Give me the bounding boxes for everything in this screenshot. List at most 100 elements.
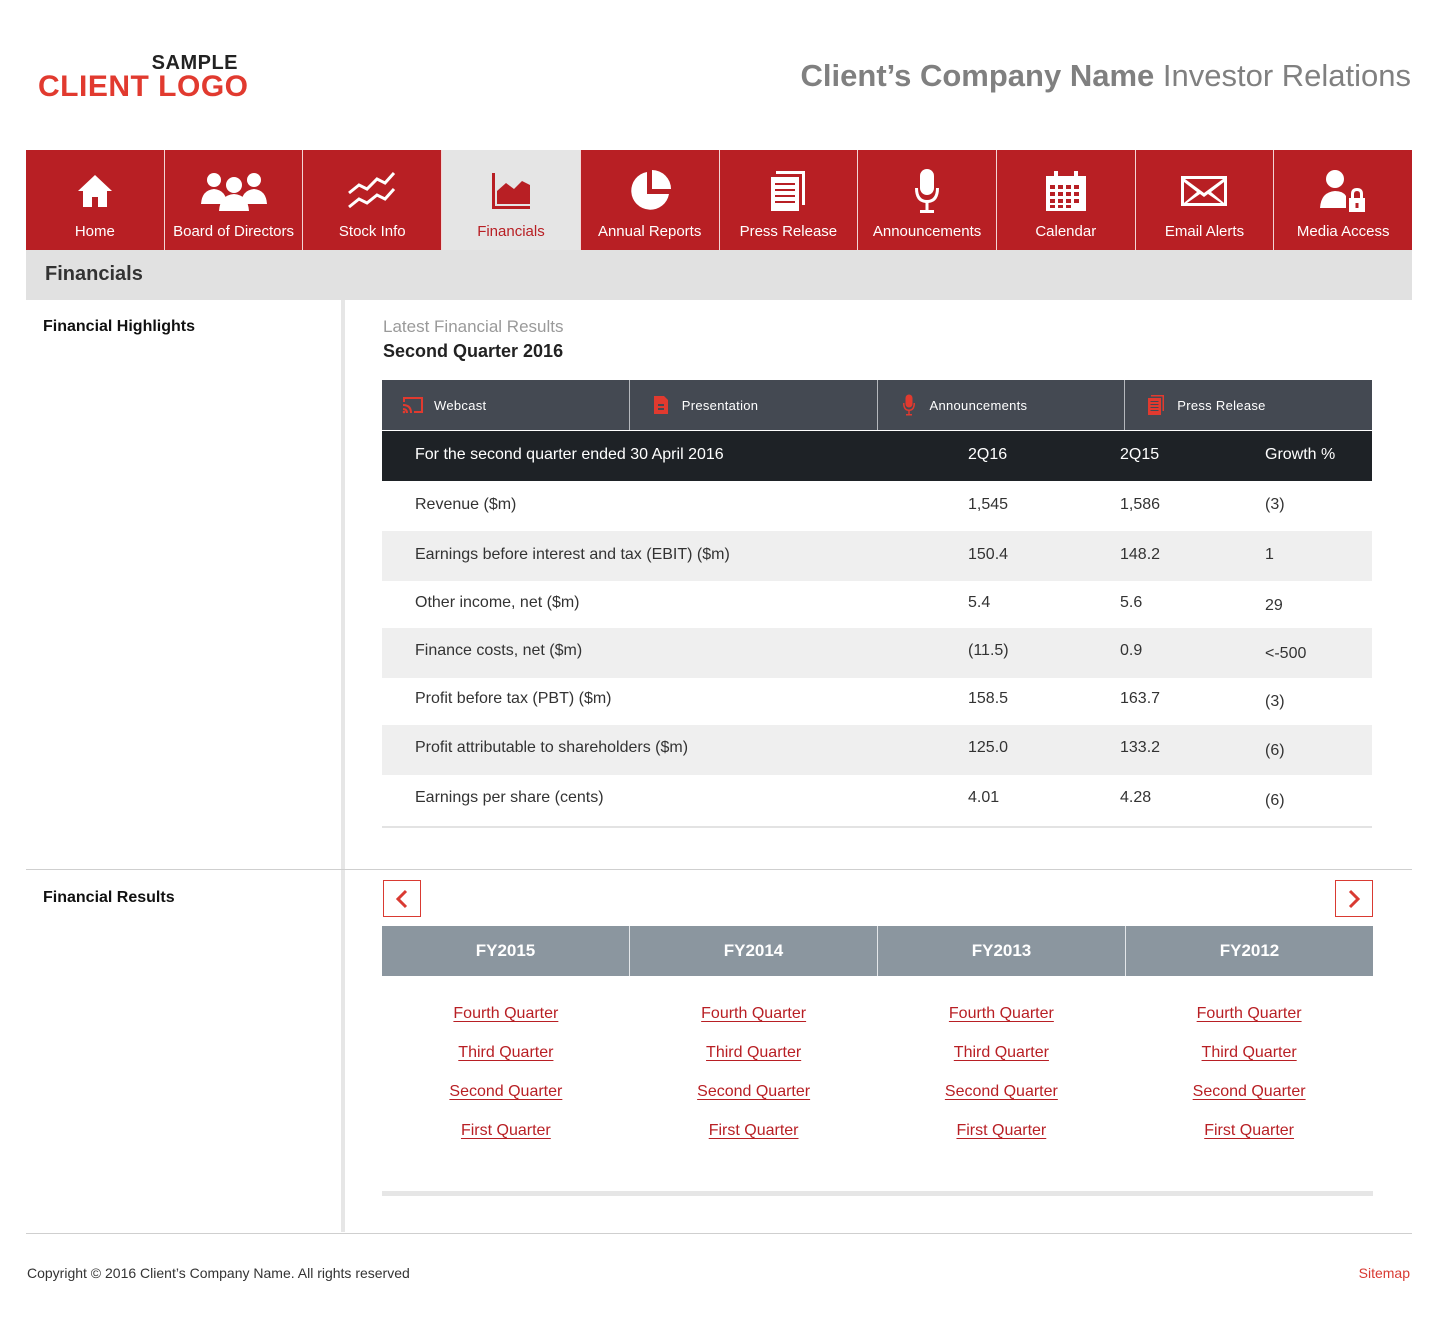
quarter-link[interactable]: Third Quarter <box>1125 1044 1373 1083</box>
quarter-link[interactable]: Fourth Quarter <box>1125 1005 1373 1044</box>
cell-2q16: 4.01 <box>968 789 1000 806</box>
quarter-column-fy2013: Fourth Quarter Third Quarter Second Quar… <box>878 1005 1126 1161</box>
cell-2q16: 5.4 <box>968 594 991 611</box>
logo-line-client-logo: CLIENT LOGO <box>38 70 249 103</box>
webcast-icon <box>402 397 423 414</box>
nav-item-home[interactable]: Home <box>26 150 165 250</box>
table-bottom-border <box>382 826 1372 828</box>
table-row: Finance costs, net ($m) (11.5) 0.9 <-500 <box>382 628 1372 678</box>
nav-item-calendar[interactable]: Calendar <box>996 150 1136 250</box>
fiscal-year-header: FY2015 FY2014 FY2013 FY2012 <box>382 926 1373 976</box>
site-title-suffix: Investor Relations <box>1154 58 1411 93</box>
quarter-link[interactable]: First Quarter <box>382 1122 630 1161</box>
next-years-button[interactable] <box>1335 880 1373 917</box>
row-label: Other income, net ($m) <box>415 594 580 611</box>
cell-2q16: 125.0 <box>968 739 1009 756</box>
nav-item-board-of-directors[interactable]: Board of Directors <box>164 150 304 250</box>
quarter-column-fy2015: Fourth Quarter Third Quarter Second Quar… <box>382 1005 630 1161</box>
sitemap-link[interactable]: Sitemap <box>1359 1265 1410 1281</box>
nav-label: Announcements <box>872 223 982 240</box>
nav-item-press-release[interactable]: Press Release <box>719 150 859 250</box>
nav-item-announcements[interactable]: Announcements <box>858 150 997 250</box>
quarter-link[interactable]: Second Quarter <box>878 1083 1126 1122</box>
row-label: Finance costs, net ($m) <box>415 642 583 659</box>
cell-growth: 29 <box>1265 597 1283 614</box>
table-row: Revenue ($m) 1,545 1,586 (3) <box>382 481 1372 531</box>
cell-growth: <-500 <box>1265 645 1307 662</box>
home-icon <box>77 175 112 207</box>
cell-2q15: 148.2 <box>1120 546 1161 563</box>
cell-2q15: 4.28 <box>1120 789 1152 806</box>
quarter-link[interactable]: First Quarter <box>630 1122 878 1161</box>
quarter-link[interactable]: First Quarter <box>878 1122 1126 1161</box>
cell-2q15: 133.2 <box>1120 739 1161 756</box>
press-release-link[interactable]: Press Release <box>1125 380 1372 430</box>
row-label: Profit before tax (PBT) ($m) <box>415 690 612 707</box>
nav-item-email-alerts[interactable]: Email Alerts <box>1135 150 1275 250</box>
cell-2q16: 158.5 <box>968 690 1009 707</box>
document-icon <box>771 171 806 211</box>
cell-2q15: 5.6 <box>1120 594 1143 611</box>
year-tab-fy2012[interactable]: FY2012 <box>1126 926 1373 976</box>
quarter-link[interactable]: Fourth Quarter <box>878 1005 1126 1044</box>
presentation-file-icon <box>653 396 668 414</box>
table-header-row: For the second quarter ended 30 April 20… <box>382 431 1372 481</box>
main-nav: Home Board of Directors Stock Info Finan… <box>26 150 1413 250</box>
nav-label: Calendar <box>1035 223 1097 240</box>
column-header-2q16: 2Q16 <box>968 446 1008 463</box>
year-tab-fy2014[interactable]: FY2014 <box>630 926 878 976</box>
quarter-link[interactable]: Third Quarter <box>878 1044 1126 1083</box>
cell-growth: (6) <box>1265 792 1285 809</box>
quarter-link[interactable]: Fourth Quarter <box>630 1005 878 1044</box>
row-label: Earnings per share (cents) <box>415 789 604 806</box>
quarter-link[interactable]: First Quarter <box>1125 1122 1373 1161</box>
quarter-link[interactable]: Third Quarter <box>630 1044 878 1083</box>
nav-label: Annual Reports <box>597 223 702 240</box>
results-toolbar: Webcast Presentation Announcements Press… <box>382 380 1372 430</box>
year-tab-fy2013[interactable]: FY2013 <box>878 926 1126 976</box>
page-title: Financials <box>45 263 143 285</box>
cell-2q16: (11.5) <box>968 642 1009 659</box>
column-header-growth: Growth % <box>1265 446 1336 463</box>
nav-label: Home <box>74 223 115 240</box>
latest-results-title: Latest Financial Results <box>383 317 564 336</box>
client-logo[interactable]: SAMPLE CLIENT LOGO <box>38 52 248 103</box>
quarter-link[interactable]: Third Quarter <box>382 1044 630 1083</box>
tool-label: Press Release <box>1177 397 1266 413</box>
webcast-link[interactable]: Webcast <box>382 380 630 430</box>
cell-growth: (3) <box>1265 496 1285 513</box>
year-tab-fy2015[interactable]: FY2015 <box>382 926 630 976</box>
nav-label: Media Access <box>1296 223 1390 240</box>
row-label: Earnings before interest and tax (EBIT) … <box>415 546 730 563</box>
microphone-icon <box>902 394 915 416</box>
quarter-link[interactable]: Second Quarter <box>630 1083 878 1122</box>
tool-label: Presentation <box>681 397 759 413</box>
footer-divider <box>26 1233 1412 1234</box>
quarter-link[interactable]: Second Quarter <box>382 1083 630 1122</box>
tool-label: Webcast <box>434 397 487 413</box>
row-label: Revenue ($m) <box>415 496 517 513</box>
table-row: Other income, net ($m) 5.4 5.6 29 <box>382 581 1372 628</box>
announcements-link[interactable]: Announcements <box>878 380 1126 430</box>
quarter-links-grid: Fourth Quarter Third Quarter Second Quar… <box>382 1005 1373 1161</box>
section-label-financial-highlights: Financial Highlights <box>43 318 196 335</box>
cell-2q16: 150.4 <box>968 546 1009 563</box>
nav-item-financials[interactable]: Financials <box>442 150 581 250</box>
nav-item-annual-reports[interactable]: Annual Reports <box>580 150 720 250</box>
presentation-link[interactable]: Presentation <box>630 380 878 430</box>
stock-chart-icon <box>348 171 396 209</box>
nav-label: Press Release <box>739 223 838 240</box>
previous-years-button[interactable] <box>383 880 421 917</box>
table-row: Earnings before interest and tax (EBIT) … <box>382 531 1372 581</box>
cell-2q15: 163.7 <box>1120 690 1161 707</box>
quarter-column-fy2014: Fourth Quarter Third Quarter Second Quar… <box>630 1005 878 1161</box>
quarter-link[interactable]: Second Quarter <box>1125 1083 1373 1122</box>
nav-label: Email Alerts <box>1164 223 1245 240</box>
cell-2q16: 1,545 <box>968 496 1009 513</box>
site-title: Client’s Company Name Investor Relations <box>801 58 1411 94</box>
nav-item-media-access[interactable]: Media Access <box>1274 150 1413 250</box>
column-header-period: For the second quarter ended 30 April 20… <box>415 446 724 463</box>
nav-item-stock-info[interactable]: Stock Info <box>303 150 443 250</box>
quarter-link[interactable]: Fourth Quarter <box>382 1005 630 1044</box>
chevron-right-icon <box>1348 889 1361 908</box>
